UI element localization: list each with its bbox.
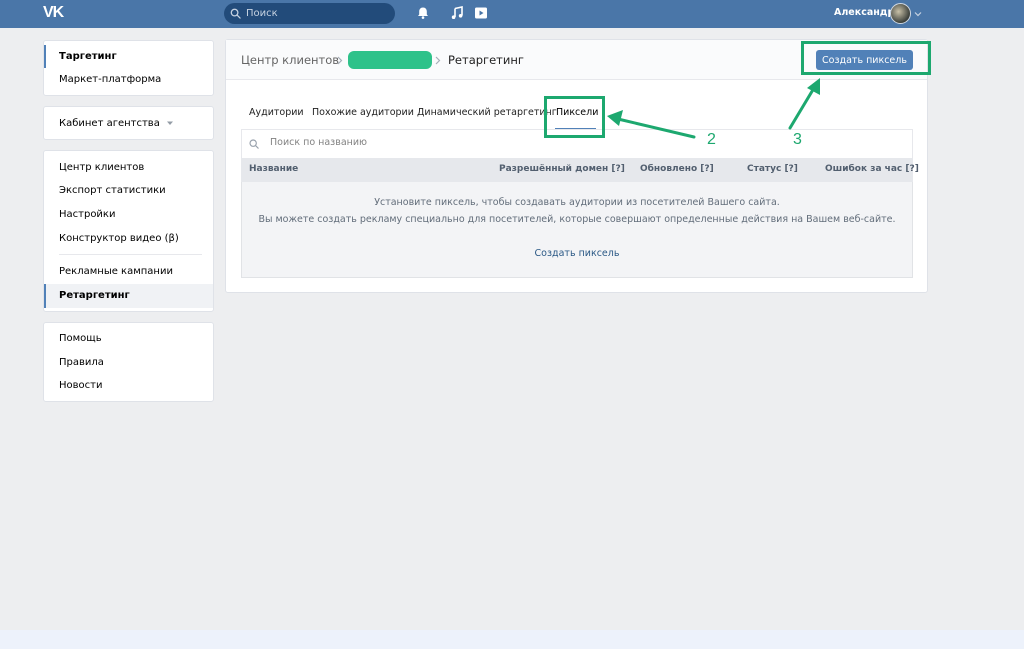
tab-dynamic-retargeting[interactable]: Динамический ретаргетинг — [417, 107, 557, 118]
sidebar-divider — [59, 254, 202, 255]
table-empty-state: Установите пиксель, чтобы создавать ауди… — [241, 182, 913, 278]
active-indicator — [44, 45, 46, 68]
sidebar-item-rules[interactable]: Правила — [59, 357, 104, 368]
highlight-create-button — [801, 41, 931, 75]
pixel-search-input[interactable] — [270, 137, 670, 148]
column-name[interactable]: Название — [249, 164, 298, 174]
chevron-right-icon — [337, 56, 343, 65]
sidebar-item-targeting[interactable]: Таргетинг — [59, 51, 117, 62]
sidebar-item-client-center[interactable]: Центр клиентов — [59, 162, 144, 173]
user-name[interactable]: Александр — [834, 7, 894, 18]
global-search-input[interactable] — [246, 8, 386, 19]
empty-message-line2: Вы можете создать рекламу специально для… — [258, 214, 896, 225]
vk-logo[interactable]: VK — [43, 4, 64, 22]
highlight-pixels-tab — [544, 96, 605, 138]
sidebar-item-settings[interactable]: Настройки — [59, 209, 115, 220]
global-search[interactable] — [224, 3, 395, 24]
top-bar: VK Александр — [0, 0, 1024, 28]
search-icon — [230, 8, 241, 19]
sidebar-item-news[interactable]: Новости — [59, 380, 102, 391]
sidebar-panel-agency: Кабинет агентства — [43, 106, 214, 140]
column-allowed-domain[interactable]: Разрешённый домен [?] — [499, 164, 625, 174]
breadcrumb-current: Ретаргетинг — [448, 53, 524, 67]
breadcrumb-client-center[interactable]: Центр клиентов — [241, 53, 339, 67]
sidebar-item-market-platform[interactable]: Маркет-платформа — [59, 74, 161, 85]
sidebar-panel-targeting: Таргетинг Маркет-платформа — [43, 40, 214, 96]
empty-message-line1: Установите пиксель, чтобы создавать ауди… — [374, 197, 780, 208]
sidebar-item-help[interactable]: Помощь — [59, 333, 102, 344]
video-icon[interactable] — [474, 6, 488, 20]
column-errors-per-hour[interactable]: Ошибок за час [?] — [825, 164, 919, 174]
bell-icon[interactable] — [416, 6, 430, 20]
annotation-number-3: 3 — [793, 131, 802, 148]
sidebar-panel-main: Центр клиентов Экспорт статистики Настро… — [43, 150, 214, 312]
column-status[interactable]: Статус [?] — [747, 164, 798, 174]
caret-down-icon — [167, 121, 174, 125]
search-icon — [249, 139, 259, 149]
table-header: Название Разрешённый домен [?] Обновлено… — [241, 158, 919, 182]
agency-cabinet-label: Кабинет агентства — [59, 118, 160, 129]
column-updated[interactable]: Обновлено [?] — [640, 164, 714, 174]
bottom-strip — [0, 630, 1024, 649]
sidebar-item-video-constructor[interactable]: Конструктор видео (β) — [59, 233, 179, 244]
tab-lookalike[interactable]: Похожие аудитории — [312, 107, 414, 118]
tab-audiences[interactable]: Аудитории — [249, 107, 304, 118]
annotation-number-2: 2 — [707, 131, 716, 148]
agency-cabinet-dropdown[interactable]: Кабинет агентства — [59, 118, 174, 129]
chevron-right-icon — [435, 56, 441, 65]
sidebar-item-retargeting[interactable]: Ретаргетинг — [59, 290, 130, 301]
active-indicator — [44, 284, 46, 308]
redacted-client-name[interactable] — [348, 51, 432, 69]
music-icon[interactable] — [450, 6, 464, 20]
chevron-down-icon[interactable] — [914, 11, 922, 17]
sidebar-item-export-stats[interactable]: Экспорт статистики — [59, 185, 166, 196]
sidebar-item-ad-campaigns[interactable]: Рекламные кампании — [59, 266, 173, 277]
sidebar-panel-help: Помощь Правила Новости — [43, 322, 214, 402]
avatar[interactable] — [890, 3, 911, 24]
create-pixel-link[interactable]: Создать пиксель — [242, 248, 912, 259]
main-panel: Центр клиентов Ретаргетинг Создать пиксе… — [225, 39, 928, 293]
